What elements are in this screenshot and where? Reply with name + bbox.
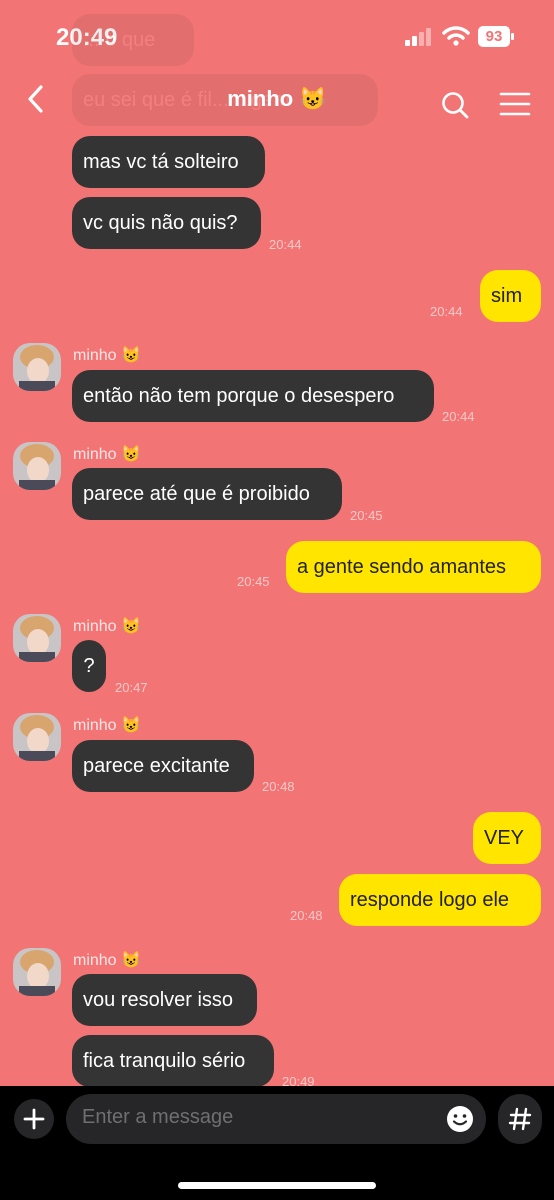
message-bubble[interactable]: parece excitante <box>72 740 254 792</box>
message-bubble[interactable]: sim <box>480 270 541 322</box>
emoji-icon <box>447 1106 473 1132</box>
message-bubble[interactable]: a gente sendo amantes <box>286 541 541 593</box>
message-time: 20:45 <box>237 574 270 589</box>
battery-icon: 93 <box>478 26 514 47</box>
avatar[interactable] <box>13 442 61 490</box>
home-indicator <box>178 1182 376 1189</box>
hashtag-icon <box>508 1107 532 1131</box>
message-time: 20:44 <box>442 409 475 424</box>
sender-name: minho 😺 <box>73 952 141 969</box>
message-time: 20:45 <box>350 508 383 523</box>
avatar[interactable] <box>13 713 61 761</box>
message-bubble[interactable]: vc quis não quis? <box>72 197 261 249</box>
emoji-button[interactable] <box>445 1104 475 1134</box>
message-time: 20:48 <box>290 908 323 923</box>
wifi-icon <box>442 25 470 47</box>
search-icon <box>442 92 469 119</box>
battery-level: 93 <box>485 28 503 45</box>
avatar[interactable] <box>13 343 61 391</box>
message-time: 20:44 <box>430 304 463 319</box>
sender-name: minho 😺 <box>73 347 141 364</box>
faded-message: ... o que <box>72 14 194 66</box>
sender-name: minho 😺 <box>73 717 141 734</box>
message-bubble[interactable]: parece até que é proibido <box>72 468 342 520</box>
plus-icon <box>23 1108 45 1130</box>
message-time: 20:44 <box>269 237 302 252</box>
search-button[interactable] <box>440 90 470 120</box>
hamburger-menu-icon <box>499 92 531 116</box>
message-bubble[interactable]: fica tranquilo sério <box>72 1035 274 1087</box>
message-bubble[interactable]: então não tem porque o desespero <box>72 370 434 422</box>
message-time: 20:47 <box>115 680 148 695</box>
message-input-placeholder: Enter a message <box>82 1106 234 1128</box>
message-bubble[interactable]: mas vc tá solteiro <box>72 136 265 188</box>
message-bubble[interactable]: ? <box>72 640 106 692</box>
message-bubble[interactable]: responde logo ele <box>339 874 541 926</box>
avatar[interactable] <box>13 948 61 996</box>
sender-name: minho 😺 <box>73 446 141 463</box>
menu-button[interactable] <box>499 90 531 118</box>
chat-title: minho 😺 <box>227 86 327 111</box>
message-time: 20:48 <box>262 779 295 794</box>
avatar[interactable] <box>13 614 61 662</box>
message-bubble[interactable]: VEY <box>473 812 541 864</box>
signal-icon <box>405 28 433 46</box>
attach-button[interactable] <box>14 1099 54 1139</box>
hashtag-button[interactable] <box>498 1094 542 1144</box>
sender-name: minho 😺 <box>73 618 141 635</box>
message-bubble[interactable]: vou resolver isso <box>72 974 257 1026</box>
